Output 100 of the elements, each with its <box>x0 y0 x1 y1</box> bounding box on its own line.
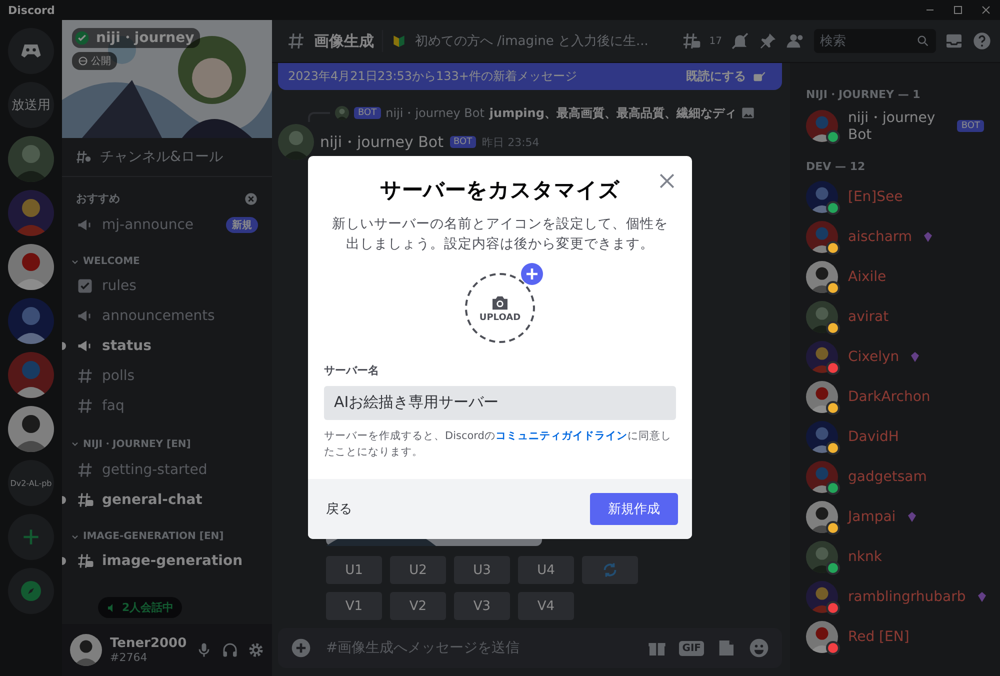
channel-item[interactable]: faq <box>70 391 264 421</box>
avatar <box>806 381 838 413</box>
server-icon[interactable] <box>8 136 54 182</box>
boost-gem-icon <box>906 511 918 523</box>
member-item[interactable]: Cixelyn <box>798 337 992 377</box>
member-item[interactable]: nknk <box>798 537 992 577</box>
action-button[interactable]: V4 <box>518 592 574 620</box>
avatar <box>806 501 838 533</box>
channel-item[interactable]: general-chat <box>70 485 264 515</box>
member-item[interactable]: DavidH <box>798 417 992 457</box>
channel-item[interactable]: image-generation <box>70 546 264 576</box>
member-item[interactable]: Red [EN] <box>798 617 992 657</box>
channel-item[interactable]: getting-started <box>70 455 264 485</box>
guidelines-link[interactable]: コミュニティガイドライン <box>495 430 628 442</box>
avatar <box>806 581 838 613</box>
avatar <box>806 221 838 253</box>
home-button[interactable] <box>8 28 54 74</box>
member-item[interactable]: DarkArchon <box>798 377 992 417</box>
app-title: Discord <box>8 4 55 16</box>
create-button[interactable]: 新規作成 <box>590 493 678 526</box>
message-field[interactable]: #画像生成へメッセージを送信 <box>324 639 636 657</box>
category-header[interactable]: IMAGE-GENERATION [EN] <box>70 515 264 546</box>
server-icon[interactable] <box>8 190 54 236</box>
server-icon[interactable] <box>8 352 54 398</box>
member-item[interactable]: Aixile <box>798 257 992 297</box>
avatar <box>806 181 838 213</box>
member-item[interactable]: gadgetsam <box>798 457 992 497</box>
headphones-icon[interactable] <box>220 641 239 659</box>
avatar <box>806 621 838 653</box>
server-icon[interactable] <box>8 298 54 344</box>
avatar <box>806 341 838 373</box>
add-attachment-icon[interactable] <box>290 637 312 659</box>
maximize-icon[interactable] <box>952 4 964 16</box>
avatar <box>806 461 838 493</box>
dismiss-icon[interactable] <box>244 192 258 206</box>
action-button[interactable]: V3 <box>454 592 510 620</box>
dialog-title: サーバーをカスタマイズ <box>380 177 620 204</box>
field-label: サーバー名 <box>324 362 380 378</box>
action-button[interactable]: U2 <box>390 556 446 584</box>
close-icon[interactable] <box>980 4 992 16</box>
search-field[interactable]: 検索 <box>814 29 936 53</box>
settings-icon[interactable] <box>246 641 265 659</box>
username: Tener2000 <box>110 636 187 651</box>
channel-item[interactable]: rules <box>70 271 264 301</box>
avatar <box>806 541 838 573</box>
reply-author: niji・journey Bot <box>386 104 484 122</box>
action-button[interactable]: U3 <box>454 556 510 584</box>
member-item[interactable]: Jampai <box>798 497 992 537</box>
threads-icon[interactable] <box>681 31 702 51</box>
bot-tag: BOT <box>354 107 381 119</box>
help-icon[interactable] <box>972 31 992 51</box>
member-item[interactable]: [En]See <box>798 177 992 217</box>
add-server-button[interactable] <box>8 514 54 560</box>
back-button[interactable]: 戻る <box>326 500 352 518</box>
member-group-title: DEV — 12 <box>805 159 866 175</box>
member-item[interactable]: niji・journey Bot BOT <box>798 106 992 146</box>
channel-item[interactable]: announcements <box>70 301 264 331</box>
action-button[interactable]: U4 <box>518 556 574 584</box>
server-button[interactable]: Dv2-AL-pb <box>8 460 54 506</box>
boost-gem-icon <box>909 351 922 363</box>
mark-read-button[interactable]: 既読にする <box>680 67 772 86</box>
dialog-description: 新しいサーバーの名前とアイコンを設定して、個性を出しましょう。設定内容は後から変更できます。 <box>331 215 669 254</box>
category-header[interactable]: WELCOME <box>70 240 264 271</box>
emoji-icon[interactable] <box>748 637 770 659</box>
bell-off-icon[interactable] <box>730 31 750 51</box>
refresh-icon <box>601 561 619 579</box>
channel-item[interactable]: mj-announce 新規 <box>70 210 264 240</box>
avatar <box>278 124 314 160</box>
category-header[interactable]: NIJI・JOURNEY [EN] <box>70 421 264 455</box>
message-author[interactable]: niji・journey Bot <box>320 132 444 152</box>
thread-count: 17 <box>709 36 722 46</box>
explore-button[interactable] <box>8 568 54 614</box>
voice-status[interactable]: 2人会話中 <box>98 597 182 618</box>
action-button[interactable]: U1 <box>326 556 382 584</box>
server-name-field[interactable]: AIお絵描き専用サーバー <box>324 386 676 420</box>
reply-text: jumping、最高画質、最高品質、繊細なディ <box>489 104 736 122</box>
server-icon[interactable] <box>8 244 54 290</box>
terms-note: サーバーを作成すると、Discordのコミュニティガイドラインに同意したことになります。 <box>324 428 672 460</box>
avatar <box>806 421 838 453</box>
user-tag: #2764 <box>110 651 187 664</box>
member-item[interactable]: ramblingrhubarb <box>798 577 992 617</box>
boost-gem-icon <box>922 231 934 243</box>
reroll-button[interactable] <box>582 556 638 584</box>
gif-button[interactable]: GIF <box>679 640 704 656</box>
new-messages-bar[interactable]: 2023年4月21日23:53から133+件の新着メッセージ 既読にする <box>278 63 782 90</box>
server-icon[interactable] <box>8 406 54 452</box>
pin-icon[interactable] <box>758 31 778 51</box>
message-composer[interactable]: #画像生成へメッセージを送信 GIF <box>278 628 782 668</box>
member-item[interactable]: aischarm <box>798 217 992 257</box>
section-title: おすすめ <box>76 191 120 206</box>
hash-icon <box>76 461 94 479</box>
server-button[interactable]: 放送用 <box>8 82 54 128</box>
globe-icon <box>78 56 88 66</box>
channel-item[interactable]: status <box>70 331 264 361</box>
channel-item[interactable]: polls <box>70 361 264 391</box>
verified-icon <box>74 30 90 46</box>
member-item[interactable]: avirat <box>798 297 992 337</box>
avatar <box>806 301 838 333</box>
action-button[interactable]: V2 <box>390 592 446 620</box>
action-button[interactable]: V1 <box>326 592 382 620</box>
